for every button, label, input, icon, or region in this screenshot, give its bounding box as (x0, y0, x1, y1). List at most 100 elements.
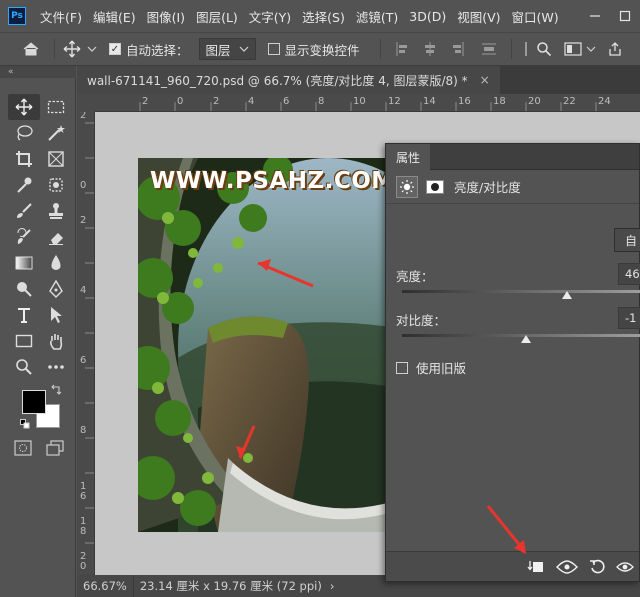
chevron-down-icon[interactable] (87, 45, 97, 53)
swap-colors-icon[interactable] (50, 384, 62, 399)
dodge-icon[interactable] (8, 276, 40, 302)
ruler-label: 2 0 (80, 551, 87, 572)
menu-select[interactable]: 选择(S) (302, 7, 345, 26)
align-center-icon[interactable] (423, 41, 437, 57)
rectangle-icon[interactable] (8, 328, 40, 354)
distribute-icon[interactable] (481, 41, 497, 57)
visibility-icon[interactable] (614, 557, 636, 577)
align-edge-icon[interactable] (522, 41, 530, 57)
menu-file[interactable]: 文件(F) (40, 7, 82, 26)
menu-3d[interactable]: 3D(D) (409, 9, 446, 24)
frame-icon[interactable] (40, 146, 72, 172)
type-icon[interactable] (8, 302, 40, 328)
contrast-label: 对比度： (396, 313, 447, 328)
clip-to-layer-icon[interactable] (524, 557, 546, 577)
default-colors-icon[interactable] (20, 418, 30, 432)
ruler-label: 2 (80, 112, 87, 121)
menu-bar: Ps 文件(F) 编辑(E) 图像(I) 图层(L) 文字(Y) 选择(S) 滤… (0, 0, 640, 32)
chevron-down-icon[interactable] (586, 45, 596, 53)
restore-icon[interactable] (610, 5, 640, 27)
ruler-label: 0 (80, 180, 87, 191)
document-tab-bar: wall-671141_960_720.psd @ 66.7% (亮度/对比度 … (77, 66, 640, 94)
use-legacy-label: 使用旧版 (416, 361, 467, 376)
eyedropper-icon[interactable] (8, 172, 40, 198)
auto-button[interactable]: 自 (614, 228, 640, 252)
chevron-right-icon[interactable]: › (330, 579, 335, 593)
contrast-slider-thumb[interactable] (521, 335, 531, 343)
menu-layer[interactable]: 图层(L) (196, 7, 238, 26)
stamp-icon[interactable] (40, 198, 72, 224)
brightness-slider-thumb[interactable] (562, 291, 572, 299)
brightness-slider[interactable] (402, 290, 640, 293)
lasso-icon[interactable] (8, 120, 40, 146)
screen-mode-icon[interactable] (46, 440, 64, 459)
ruler-label: 4 (80, 285, 87, 296)
reset-icon[interactable] (586, 557, 608, 577)
workspace-icon[interactable] (563, 42, 582, 56)
quick-mask-icon[interactable] (14, 440, 32, 459)
view-previous-state-icon[interactable] (556, 557, 578, 577)
ruler-label: 14 (423, 96, 436, 107)
path-select-icon[interactable] (40, 302, 72, 328)
ruler-label: 4 (248, 96, 255, 107)
divider (510, 39, 512, 59)
ruler-label: 1 6 (80, 481, 87, 502)
chevron-down-icon (239, 46, 248, 52)
crop-icon[interactable] (8, 146, 40, 172)
move-icon[interactable] (8, 94, 40, 120)
ruler-label: 8 (318, 96, 325, 107)
menu-edit[interactable]: 编辑(E) (93, 7, 136, 26)
zoom-level[interactable]: 66.67% (77, 575, 134, 597)
vertical-ruler: 2 0 2 4 6 8 1 6 1 8 2 0 (77, 112, 95, 575)
ruler-label: 2 (80, 215, 87, 226)
ruler-label: 6 (283, 96, 290, 107)
brightness-icon[interactable] (396, 175, 418, 198)
use-legacy-checkbox[interactable] (396, 361, 408, 374)
menu-window[interactable]: 窗口(W) (512, 7, 559, 26)
magic-wand-icon[interactable] (40, 120, 72, 146)
align-left-icon[interactable] (395, 41, 409, 57)
history-brush-icon[interactable] (8, 224, 40, 250)
menu-type[interactable]: 文字(Y) (249, 7, 291, 26)
show-transform-checkbox[interactable] (267, 43, 280, 55)
auto-select-checkbox[interactable]: ✓ (109, 43, 121, 55)
search-icon[interactable] (536, 41, 552, 57)
more-icon[interactable] (40, 354, 72, 380)
ruler-label: 1 8 (80, 516, 87, 537)
ruler-label: 22 (563, 96, 576, 107)
auto-select-label: 自动选择： (126, 42, 189, 58)
patch-icon[interactable] (40, 172, 72, 198)
zoom-icon[interactable] (8, 354, 40, 380)
align-right-icon[interactable] (451, 41, 465, 57)
brightness-input[interactable]: 46 (618, 263, 640, 285)
brightness-label: 亮度： (396, 269, 434, 284)
tab-properties[interactable]: 属性 (386, 144, 431, 170)
ruler-label: 24 (598, 96, 611, 107)
ruler-label: 10 (353, 96, 366, 107)
menu-view[interactable]: 视图(V) (457, 7, 500, 26)
adjustment-header: 亮度/对比度 (386, 170, 639, 204)
pen-icon[interactable] (40, 276, 72, 302)
marquee-icon[interactable] (40, 94, 72, 120)
home-icon[interactable] (22, 41, 40, 57)
contrast-input[interactable]: -1 (618, 307, 640, 329)
eraser-icon[interactable] (40, 224, 72, 250)
blur-icon[interactable] (40, 250, 72, 276)
move-tool-icon[interactable] (63, 40, 81, 58)
properties-panel: 属性 亮度/对比度 自 亮度： 46 对比度： -1 使用旧版 (385, 143, 640, 582)
ruler-label: 2 (213, 96, 220, 107)
document-image[interactable]: WWW.PSAHZ.COM (138, 158, 398, 532)
close-icon[interactable]: × (480, 73, 490, 87)
toolbar-collapse[interactable]: « (0, 66, 76, 78)
menu-image[interactable]: 图像(I) (147, 7, 185, 26)
document-tab[interactable]: wall-671141_960_720.psd @ 66.7% (亮度/对比度 … (77, 66, 500, 94)
brush-icon[interactable] (8, 198, 40, 224)
gradient-icon[interactable] (8, 250, 40, 276)
auto-select-target-dropdown[interactable]: 图层 (198, 38, 256, 60)
share-icon[interactable] (608, 41, 622, 57)
layer-mask-icon[interactable] (426, 179, 444, 194)
hand-icon[interactable] (40, 328, 72, 354)
foreground-color-swatch[interactable] (22, 390, 46, 414)
menu-filter[interactable]: 滤镜(T) (356, 7, 398, 26)
minimize-icon[interactable] (580, 5, 610, 27)
